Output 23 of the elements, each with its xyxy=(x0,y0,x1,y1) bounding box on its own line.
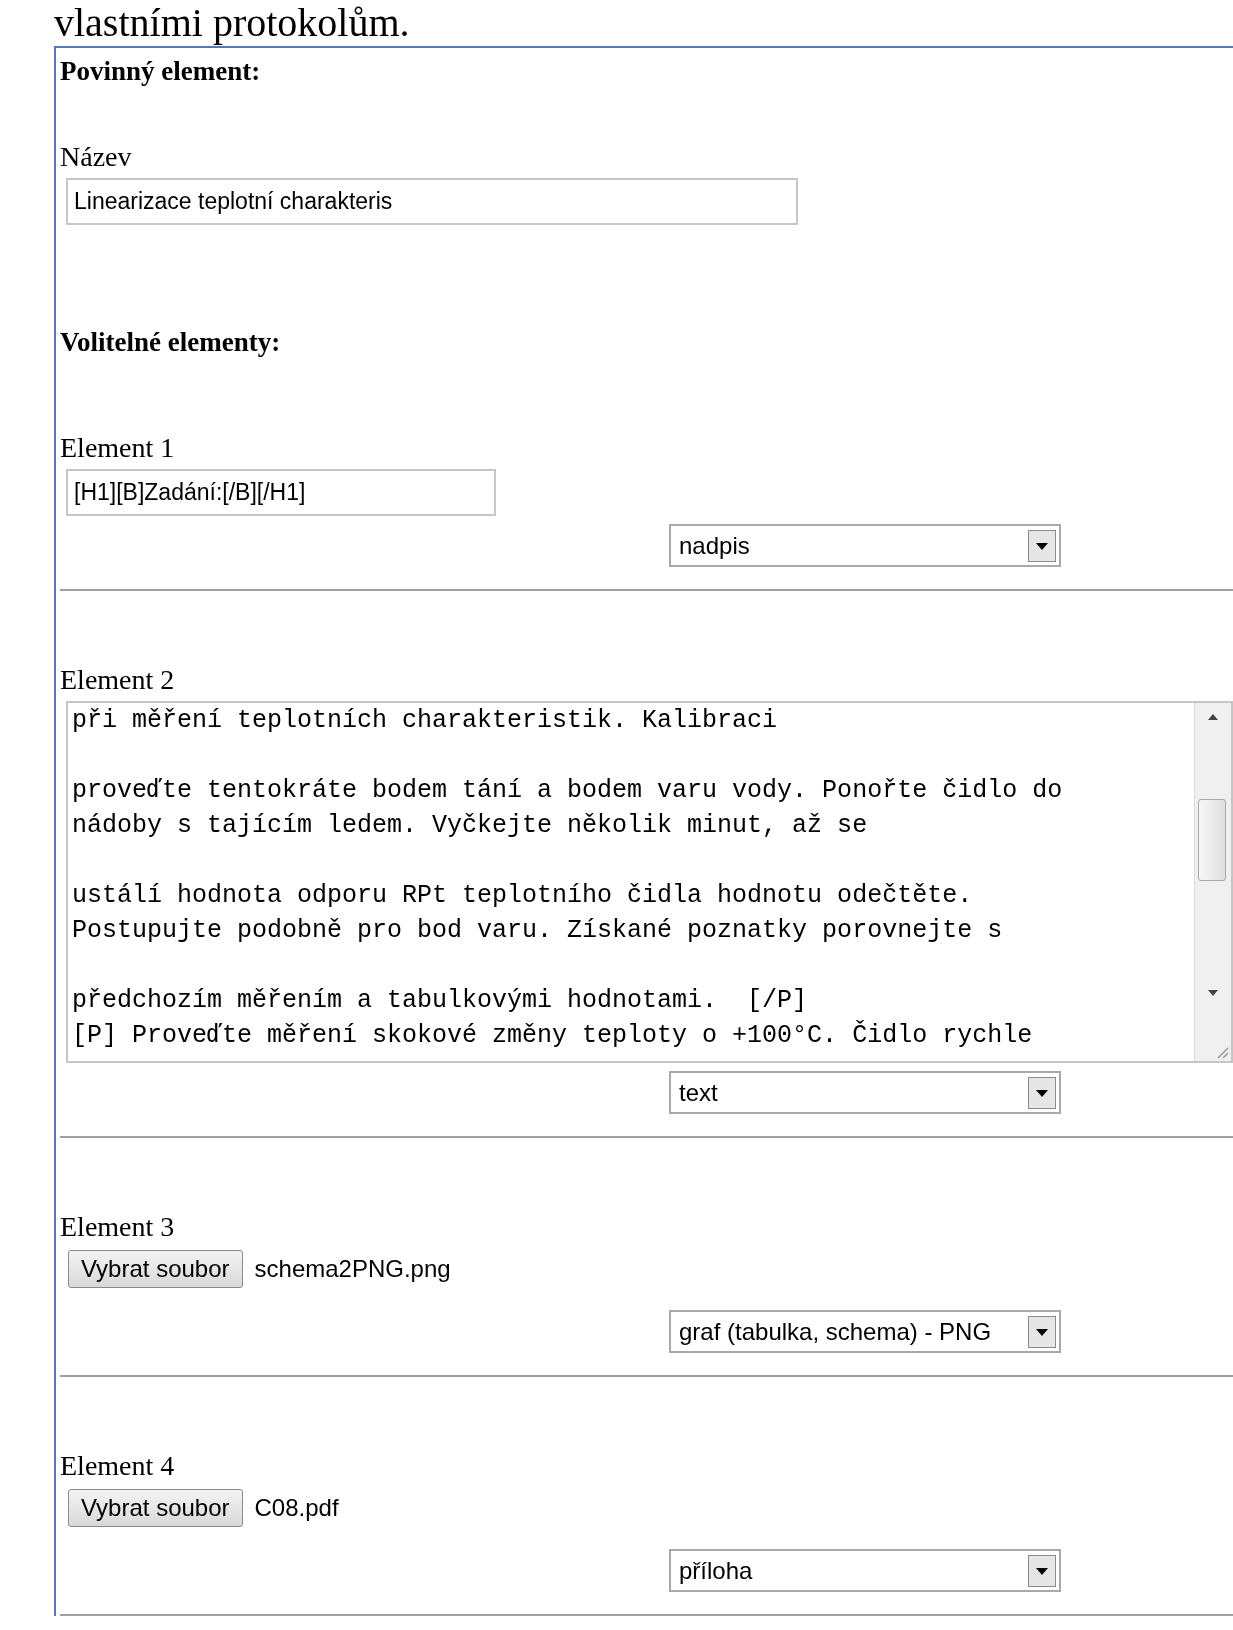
type-dropdown[interactable]: graf (tabulka, schema) - PNG xyxy=(669,1310,1061,1353)
scrollbar-thumb[interactable] xyxy=(1198,799,1226,881)
element-label: Element 2 xyxy=(60,663,176,697)
file-name: C08.pdf xyxy=(254,1494,339,1522)
section-heading: Povinný element: xyxy=(60,55,262,88)
type-dropdown[interactable]: text xyxy=(669,1071,1061,1114)
section-heading: Volitelné elementy: xyxy=(60,326,282,359)
file-name: schema2PNG.png xyxy=(254,1255,451,1283)
choose-file-button[interactable]: Vybrat soubor xyxy=(68,1489,243,1527)
scroll-down-icon[interactable] xyxy=(1207,989,1219,997)
type-dropdown[interactable]: příloha xyxy=(669,1549,1061,1592)
scroll-up-icon[interactable] xyxy=(1207,713,1219,721)
text-field[interactable]: [H1][B]Zadání:[/B][/H1] xyxy=(66,469,496,516)
element-label: Element 3 xyxy=(60,1210,176,1244)
element-label: Element 4 xyxy=(60,1449,176,1483)
resize-handle-icon[interactable] xyxy=(1215,1045,1229,1059)
page-heading: vlastními protokolům. xyxy=(53,0,411,46)
field-label: Název xyxy=(60,140,133,174)
choose-file-button[interactable]: Vybrat soubor xyxy=(68,1250,243,1288)
type-dropdown[interactable]: nadpis xyxy=(669,524,1061,567)
title-field[interactable]: Linearizace teplotní charakteris xyxy=(66,178,798,225)
text-area[interactable]: při měření teplotních charakteristik. Kalibraci proveďte tentokráte bodem tání a bodem varu vody. Ponořte čidlo do nádoby s tajícím ledem. Vyčkejte několik minut, až se ustálí hodnota odporu RPt teplotního čidla hodnotu odečtěte. Postupujte podobně pro bod varu. Získané poznatky porovnejte s předchozím měřením a tabulkovými hodnotami. [/P] [P] Proveďte měření skokové změny teploty o +100°C. Čidlo rychle xyxy=(66,701,1233,1063)
element-label: Element 1 xyxy=(60,431,176,465)
